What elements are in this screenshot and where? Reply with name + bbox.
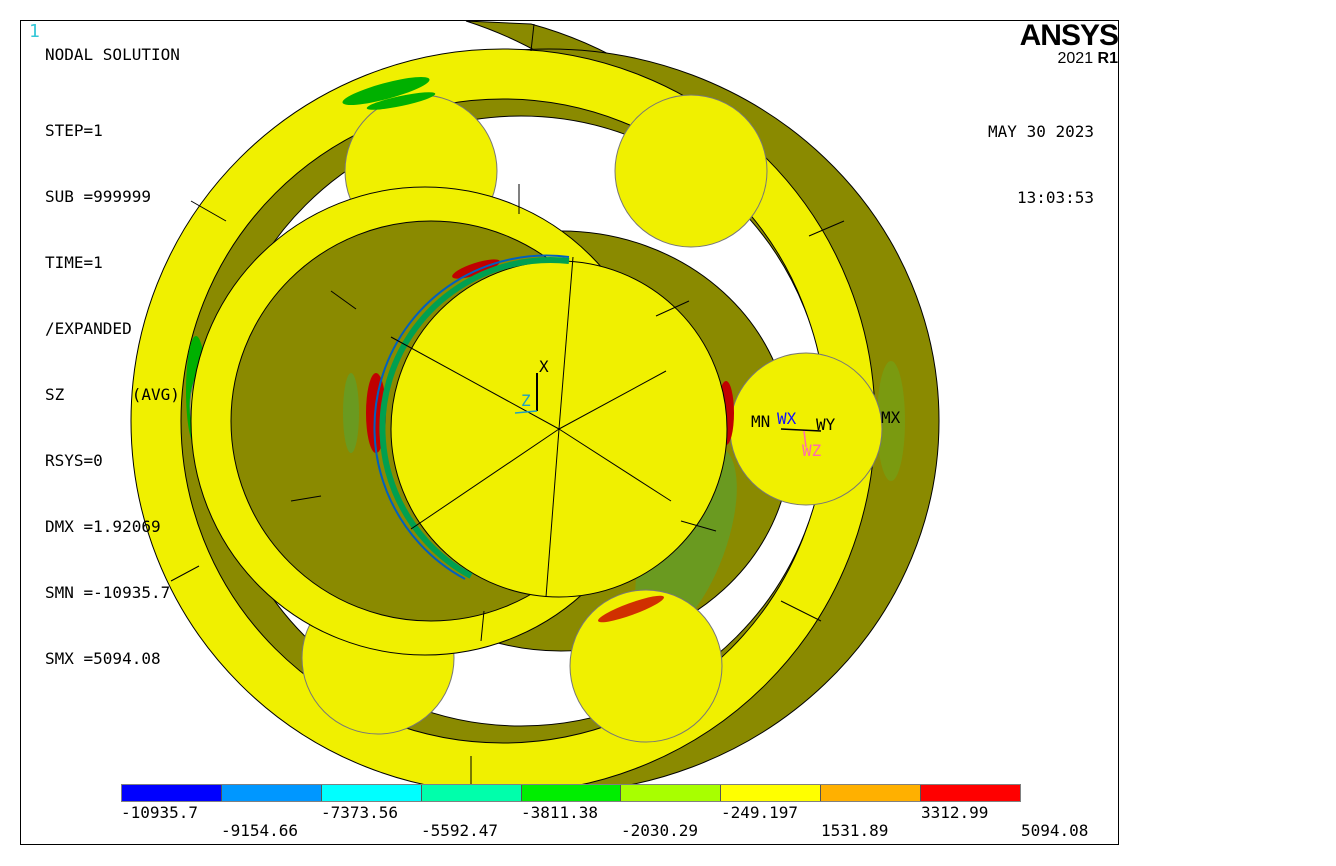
legend-swatch bbox=[721, 785, 822, 801]
stat-line: DMX =1.92069 bbox=[45, 517, 161, 536]
stat-line: /EXPANDED bbox=[45, 319, 132, 338]
wx-label: WX bbox=[777, 409, 797, 428]
date-label: MAY 30 2023 bbox=[988, 122, 1094, 141]
contour-patch bbox=[343, 373, 359, 453]
stat-line: TIME=1 bbox=[45, 253, 103, 272]
max-marker: MX bbox=[881, 408, 901, 427]
stat-line: SMN =-10935.7 bbox=[45, 583, 171, 602]
legend-swatch bbox=[421, 785, 522, 801]
ball bbox=[614, 94, 768, 248]
legend-label: -249.197 bbox=[721, 803, 799, 822]
stat-line: STEP=1 bbox=[45, 121, 103, 140]
legend-label: 1531.89 bbox=[821, 821, 889, 840]
stat-line: SZ (AVG) bbox=[45, 385, 180, 404]
legend-label: -7373.56 bbox=[321, 803, 399, 822]
legend-label: -2030.29 bbox=[621, 821, 699, 840]
solution-stats: STEP=1 SUB =999999 TIME=1 /EXPANDED SZ (… bbox=[45, 76, 180, 714]
window-number: 1 bbox=[29, 21, 40, 42]
brand-name: ANSYS bbox=[1019, 19, 1119, 52]
legend-label: -9154.66 bbox=[221, 821, 299, 840]
legend-swatch bbox=[521, 785, 622, 801]
stat-line: SMX =5094.08 bbox=[45, 649, 161, 668]
contour-legend-bar bbox=[121, 784, 1021, 802]
wz-label: WZ bbox=[802, 441, 822, 460]
legend-label: 3312.99 bbox=[921, 803, 989, 822]
legend-swatch bbox=[821, 785, 922, 801]
x-axis-label: X bbox=[539, 357, 549, 376]
legend-swatch bbox=[921, 785, 1021, 801]
wy-label: WY bbox=[816, 415, 836, 434]
ball bbox=[569, 589, 723, 743]
stat-line: SUB =999999 bbox=[45, 187, 151, 206]
timestamp: MAY 30 2023 13:03:53 bbox=[988, 77, 1094, 253]
legend-swatch bbox=[321, 785, 422, 801]
legend-swatch bbox=[122, 785, 222, 801]
legend-label: -3811.38 bbox=[521, 803, 599, 822]
bearing-model[interactable]: X Z MN WX WY WZ MX bbox=[21, 21, 1120, 846]
legend-label: -10935.7 bbox=[121, 803, 199, 822]
legend-swatch bbox=[621, 785, 722, 801]
ansys-logo: ANSYS 2021 R1 bbox=[1019, 19, 1119, 67]
legend-label: 5094.08 bbox=[1021, 821, 1089, 840]
min-marker: MN bbox=[751, 412, 770, 431]
graphics-window[interactable]: X Z MN WX WY WZ MX 1 NODAL SOLUTION STEP… bbox=[20, 20, 1119, 845]
legend-label: -5592.47 bbox=[421, 821, 499, 840]
time-label: 13:03:53 bbox=[1016, 188, 1094, 207]
brand-version: 2021 R1 bbox=[1057, 50, 1119, 67]
stat-line: RSYS=0 bbox=[45, 451, 103, 470]
z-axis-label: Z bbox=[521, 391, 531, 410]
plot-title: NODAL SOLUTION bbox=[45, 45, 180, 64]
legend-swatch bbox=[221, 785, 322, 801]
